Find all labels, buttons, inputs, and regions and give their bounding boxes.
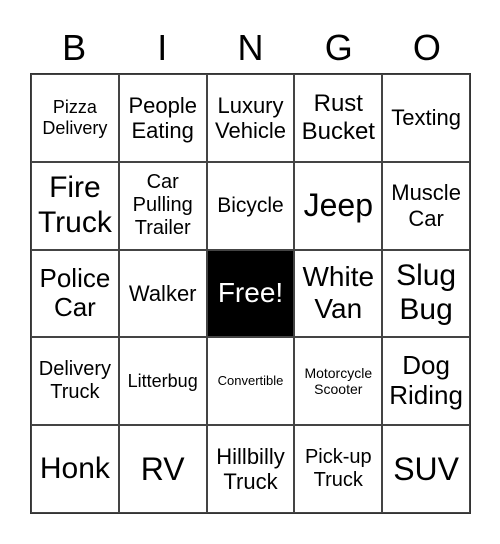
bingo-cell[interactable]: Fire Truck	[31, 161, 119, 250]
bingo-cell[interactable]: Motorcycle Scooter	[294, 337, 383, 426]
bingo-cell[interactable]: Pick-up Truck	[294, 425, 383, 513]
free-space-cell[interactable]: Free!	[206, 249, 295, 338]
header-letter-o: O	[412, 27, 441, 68]
bingo-cell[interactable]: White Van	[294, 249, 383, 338]
bingo-cell[interactable]: Delivery Truck	[31, 337, 119, 426]
bingo-cell[interactable]: Honk	[31, 425, 119, 513]
bingo-cell[interactable]: Car Pulling Trailer	[118, 161, 207, 250]
bingo-cell[interactable]: Dog Riding	[382, 337, 470, 426]
bingo-cell[interactable]: Pizza Delivery	[31, 74, 119, 162]
bingo-cell[interactable]: Litterbug	[118, 337, 207, 426]
bingo-header: B I N G O	[30, 22, 471, 74]
bingo-cell[interactable]: Convertible	[206, 337, 295, 426]
bingo-cell[interactable]: SUV	[382, 425, 470, 513]
header-letter-g: G	[324, 27, 353, 68]
bingo-cell[interactable]: Luxury Vehicle	[206, 74, 295, 162]
bingo-cell[interactable]: Muscle Car	[382, 161, 470, 250]
bingo-grid: Pizza Delivery People Eating Luxury Vehi…	[30, 73, 471, 514]
header-letter-i: I	[157, 27, 168, 68]
bingo-cell[interactable]: RV	[118, 425, 207, 513]
bingo-cell[interactable]: Hillbilly Truck	[206, 425, 295, 513]
header-letter-b: B	[62, 27, 87, 68]
bingo-cell[interactable]: Texting	[382, 74, 470, 162]
bingo-cell[interactable]: Slug Bug	[382, 249, 470, 338]
bingo-cell[interactable]: Rust Bucket	[294, 74, 383, 162]
header-letter-n: N	[237, 27, 264, 68]
bingo-cell[interactable]: Walker	[118, 249, 207, 338]
bingo-cell[interactable]: Jeep	[294, 161, 383, 250]
bingo-cell[interactable]: People Eating	[118, 74, 207, 162]
bingo-cell[interactable]: Police Car	[31, 249, 119, 338]
bingo-cell[interactable]: Bicycle	[206, 161, 295, 250]
